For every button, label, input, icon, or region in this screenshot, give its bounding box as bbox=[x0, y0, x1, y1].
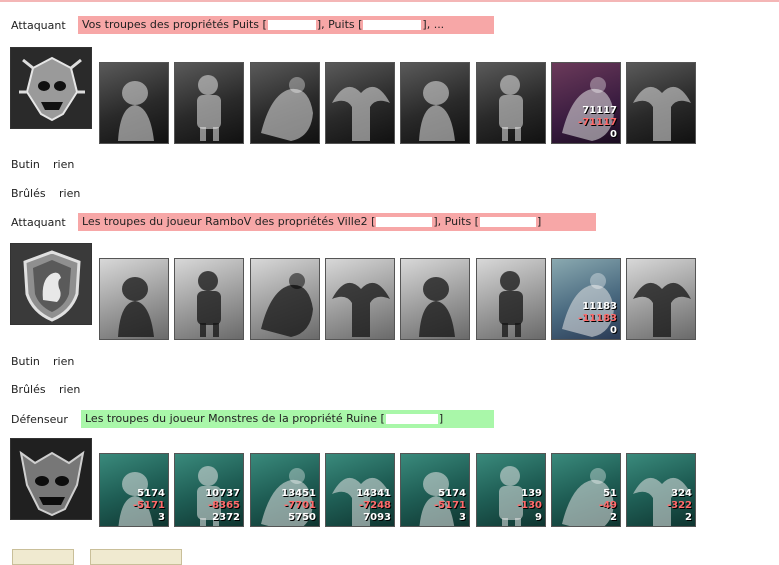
unit-lost-count: -322 bbox=[666, 500, 692, 511]
unit-count: 5174 -5171 3 bbox=[133, 488, 165, 524]
redacted-coordinates bbox=[376, 217, 433, 227]
burnt-value: rien bbox=[59, 383, 81, 396]
section-role-label: Attaquant bbox=[11, 19, 66, 32]
unit-alive-count: 139 bbox=[521, 488, 542, 499]
unit-remaining-count: 9 bbox=[535, 512, 542, 523]
unit-card: 5174 -5171 3 bbox=[99, 453, 169, 527]
unit-remaining-count: 0 bbox=[610, 325, 617, 336]
unit-card bbox=[476, 258, 546, 340]
unit-card bbox=[99, 62, 169, 144]
description-text: Vos troupes des propriétés Puits [ bbox=[82, 18, 267, 31]
unit-lost-count: -5171 bbox=[133, 500, 165, 511]
unit-remaining-count: 7093 bbox=[363, 512, 391, 523]
unit-remaining-count: 2372 bbox=[212, 512, 240, 523]
description-text: ] bbox=[536, 215, 542, 228]
description-text: ], ... bbox=[422, 18, 445, 31]
unit-alive-count: 13451 bbox=[281, 488, 316, 499]
unit-card bbox=[626, 62, 696, 144]
unit-count: 13451 -7701 5750 bbox=[281, 488, 316, 524]
action-button-1[interactable] bbox=[12, 549, 74, 565]
unit-count: 10737 -8365 2372 bbox=[205, 488, 240, 524]
redacted-coordinates bbox=[267, 20, 316, 30]
troops-description-bar: Les troupes du joueur RamboV des proprié… bbox=[78, 213, 596, 231]
unit-alive-count: 14341 bbox=[356, 488, 391, 499]
unit-lost-count: -130 bbox=[516, 500, 542, 511]
loot-label: Butin bbox=[11, 158, 40, 171]
action-button-2[interactable] bbox=[90, 549, 182, 565]
unit-card bbox=[250, 258, 320, 340]
unit-card bbox=[174, 62, 244, 144]
description-text: ], Puits [ bbox=[433, 215, 479, 228]
unit-alive-count: 11183 bbox=[582, 301, 617, 312]
redacted-coordinates bbox=[363, 20, 422, 30]
unit-card bbox=[400, 62, 470, 144]
burnt-value: rien bbox=[59, 187, 81, 200]
unit-card bbox=[250, 62, 320, 144]
unit-count: 14341 -7248 7093 bbox=[356, 488, 391, 524]
description-text: ] bbox=[438, 412, 444, 425]
section-role-label: Attaquant bbox=[11, 216, 66, 229]
unit-card bbox=[626, 258, 696, 340]
unit-lost-count: -49 bbox=[598, 500, 617, 511]
unit-count: 5174 -5171 3 bbox=[434, 488, 466, 524]
description-text: Les troupes du joueur Monstres de la pro… bbox=[85, 412, 385, 425]
unit-alive-count: 71117 bbox=[582, 105, 617, 116]
unit-card: 14341 -7248 7093 bbox=[325, 453, 395, 527]
section-role-label: Défenseur bbox=[11, 413, 68, 426]
unit-remaining-count: 2 bbox=[685, 512, 692, 523]
unit-count: 71117 -71117 0 bbox=[578, 105, 617, 141]
unit-lost-count: -8365 bbox=[208, 500, 240, 511]
loot-value: rien bbox=[53, 355, 75, 368]
demon-skull-crest-icon bbox=[10, 47, 92, 129]
unit-card: 139 -130 9 bbox=[476, 453, 546, 527]
burnt-label: Brûlés bbox=[11, 383, 46, 396]
redacted-coordinates bbox=[479, 217, 536, 227]
unit-card: 11183 -11183 0 bbox=[551, 258, 621, 340]
unit-card bbox=[476, 62, 546, 144]
top-divider bbox=[0, 0, 779, 2]
unit-lost-count: -11183 bbox=[578, 313, 617, 324]
unit-card bbox=[174, 258, 244, 340]
unit-alive-count: 5174 bbox=[438, 488, 466, 499]
unit-remaining-count: 3 bbox=[158, 512, 165, 523]
unit-remaining-count: 3 bbox=[459, 512, 466, 523]
unit-card: 13451 -7701 5750 bbox=[250, 453, 320, 527]
unit-card: 71117 -71117 0 bbox=[551, 62, 621, 144]
description-text: Les troupes du joueur RamboV des proprié… bbox=[82, 215, 376, 228]
unit-lost-count: -5171 bbox=[434, 500, 466, 511]
unit-lost-count: -7248 bbox=[359, 500, 391, 511]
unit-card bbox=[325, 258, 395, 340]
unit-card: 324 -322 2 bbox=[626, 453, 696, 527]
loot-label: Butin bbox=[11, 355, 40, 368]
unit-count: 11183 -11183 0 bbox=[578, 301, 617, 337]
unit-count: 51 -49 2 bbox=[599, 488, 617, 524]
troops-description-bar: Vos troupes des propriétés Puits [ ], Pui… bbox=[78, 16, 494, 34]
unit-count: 324 -322 2 bbox=[667, 488, 692, 524]
unit-card bbox=[99, 258, 169, 340]
unit-alive-count: 10737 bbox=[205, 488, 240, 499]
unit-remaining-count: 2 bbox=[610, 512, 617, 523]
unit-count: 139 -130 9 bbox=[517, 488, 542, 524]
redacted-coordinates bbox=[385, 414, 438, 424]
unit-alive-count: 51 bbox=[603, 488, 617, 499]
unit-card: 10737 -8365 2372 bbox=[174, 453, 244, 527]
unit-lost-count: -71117 bbox=[578, 117, 617, 128]
lion-shield-crest-icon bbox=[10, 243, 92, 325]
unit-lost-count: -7701 bbox=[284, 500, 316, 511]
troops-description-bar: Les troupes du joueur Monstres de la pro… bbox=[81, 410, 494, 428]
loot-value: rien bbox=[53, 158, 75, 171]
unit-alive-count: 5174 bbox=[137, 488, 165, 499]
unit-card: 51 -49 2 bbox=[551, 453, 621, 527]
description-text: ], Puits [ bbox=[316, 18, 363, 31]
unit-alive-count: 324 bbox=[671, 488, 692, 499]
unit-card bbox=[400, 258, 470, 340]
unit-remaining-count: 0 bbox=[610, 129, 617, 140]
burnt-label: Brûlés bbox=[11, 187, 46, 200]
monster-face-crest-icon bbox=[10, 438, 92, 520]
unit-card: 5174 -5171 3 bbox=[400, 453, 470, 527]
unit-card bbox=[325, 62, 395, 144]
unit-remaining-count: 5750 bbox=[288, 512, 316, 523]
